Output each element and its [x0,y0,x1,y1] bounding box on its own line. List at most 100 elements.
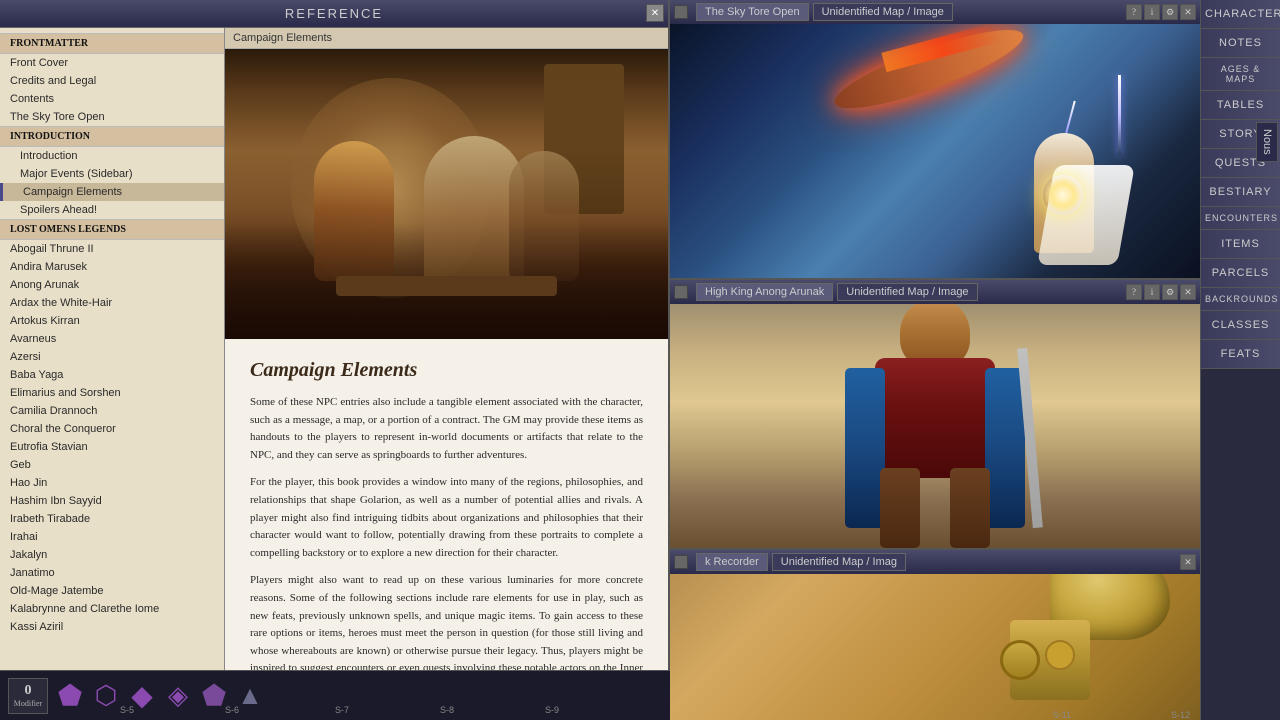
toc-item-artokus[interactable]: Artokus Kirran [0,312,224,330]
reference-panel: Reference ✕ FRONTMATTER Front Cover Cred… [0,0,670,720]
reference-close-button[interactable]: ✕ [646,4,664,22]
toc-item-major-events[interactable]: Major Events (Sidebar) [0,165,224,183]
sidebar-tab-classes[interactable]: Classes [1201,311,1280,340]
sky-info-icon[interactable]: i [1144,4,1160,20]
toc-item-azersi[interactable]: Azersi [0,348,224,366]
sidebar-tab-encounters[interactable]: Encounters [1201,207,1280,230]
high-king-titlebar: High King Anong Arunak Unidentified Map … [670,280,1200,304]
toc-item-anong[interactable]: Anong Arunak [0,276,224,294]
sidebar-tab-notes[interactable]: Notes [1201,29,1280,58]
content-illustration [225,49,668,339]
window-icons-recorder: ✕ [1180,554,1196,570]
die-d6[interactable]: ⬡ [90,680,122,712]
die-d10[interactable]: ◈ [162,680,194,712]
content-text-area: Campaign Elements Some of these NPC entr… [225,339,668,687]
segment-s7: S-7 [335,705,349,715]
sidebar-tab-bestiary[interactable]: Bestiary [1201,178,1280,207]
sky-tore-window: The Sky Tore Open Unidentified Map / Ima… [670,0,1200,280]
toc-item-sky-tore[interactable]: The Sky Tore Open [0,108,224,126]
toc-item-irahai[interactable]: Irahai [0,528,224,546]
king-settings-icon[interactable]: ⚙ [1162,284,1178,300]
sky-settings-icon[interactable]: ⚙ [1162,4,1178,20]
toc-section-frontmatter: FRONTMATTER [0,33,224,54]
content-paragraph-2: For the player, this book provides a win… [250,474,643,562]
right-panel: The Sky Tore Open Unidentified Map / Ima… [670,0,1280,720]
king-help-icon[interactable]: ? [1126,284,1142,300]
recorder-tab[interactable]: k Recorder [696,553,768,571]
toc-item-intro[interactable]: Introduction [0,147,224,165]
segment-s6: S-6 [225,705,239,715]
toc-item-choral[interactable]: Choral the Conqueror [0,420,224,438]
recorder-close-icon[interactable]: ✕ [1180,554,1196,570]
toc-item-baba-yaga[interactable]: Baba Yaga [0,366,224,384]
sidebar-tab-tables[interactable]: Tables [1201,91,1280,120]
content-area[interactable]: Campaign Elements Some of these NPC entr… [225,49,668,687]
sidebar-tab-items[interactable]: Items [1201,230,1280,259]
content-panel: Campaign Elements [225,28,668,720]
sky-tore-artwork [670,24,1200,278]
toc-item-ardax[interactable]: Ardax the White-Hair [0,294,224,312]
content-paragraph-1: Some of these NPC entries also include a… [250,394,643,464]
sky-tore-titlebar: The Sky Tore Open Unidentified Map / Ima… [670,0,1200,24]
window-icon-sky [674,5,688,19]
toc-item-jakalyn[interactable]: Jakalyn [0,546,224,564]
gramophone [990,574,1170,700]
sky-tore-map-tab[interactable]: Unidentified Map / Image [813,3,953,21]
content-heading: Campaign Elements [250,359,643,382]
toc-item-hashim[interactable]: Hashim Ibn Sayyid [0,492,224,510]
toc-item-abogail[interactable]: Abogail Thrune II [0,240,224,258]
king-close-icon[interactable]: ✕ [1180,284,1196,300]
sidebar-tab-parcels[interactable]: Parcels [1201,259,1280,288]
modifier-label: Modifier [14,699,42,708]
toc-item-avarneus[interactable]: Avarneus [0,330,224,348]
toc-item-kassi[interactable]: Kassi Aziril [0,618,224,636]
toc-item-irabeth[interactable]: Irabeth Tirabade [0,510,224,528]
toc-item-old-mage[interactable]: Old-Mage Jatembe [0,582,224,600]
tavern-scene-art [225,49,668,339]
toc-item-spoilers[interactable]: Spoilers Ahead! [0,201,224,219]
warrior-figure [855,304,1015,548]
toc-item-janatimo[interactable]: Janatimo [0,564,224,582]
segment-s9: S-9 [545,705,559,715]
toc-item-elimarius[interactable]: Elimarius and Sorshen [0,384,224,402]
toc-item-eutrofia[interactable]: Eutrofia Stavian [0,438,224,456]
sky-tore-tab[interactable]: The Sky Tore Open [696,3,809,21]
recorder-artwork [670,574,1200,720]
sidebar-tab-feats[interactable]: Feats [1201,340,1280,369]
reference-titlebar: Reference ✕ [0,0,668,28]
modifier-value: 0 [25,683,32,699]
toc-item-credits[interactable]: Credits and Legal [0,72,224,90]
toc-item-camilia[interactable]: Camilia Drannoch [0,402,224,420]
right-content: The Sky Tore Open Unidentified Map / Ima… [670,0,1280,720]
toc-item-kalabrynne[interactable]: Kalabrynne and Clarethe Iome [0,600,224,618]
reference-body: FRONTMATTER Front Cover Credits and Lega… [0,28,668,720]
toc-item-geb[interactable]: Geb [0,456,224,474]
recorder-window: k Recorder Unidentified Map / Imag ✕ [670,550,1200,720]
toc-section-lost-omens: LOST OMENS LEGENDS [0,219,224,240]
recorder-map-tab[interactable]: Unidentified Map / Imag [772,553,906,571]
high-king-window: High King Anong Arunak Unidentified Map … [670,280,1200,550]
high-king-artwork [670,304,1200,548]
die-d4[interactable]: ⬟ [54,680,86,712]
window-icon-king [674,285,688,299]
window-icon-recorder [674,555,688,569]
toc-item-andira[interactable]: Andira Marusek [0,258,224,276]
segment-s5: S-5 [120,705,134,715]
toc-item-front-cover[interactable]: Front Cover [0,54,224,72]
toc-panel: FRONTMATTER Front Cover Credits and Lega… [0,28,225,720]
toc-item-contents[interactable]: Contents [0,90,224,108]
sidebar-tab-backrounds[interactable]: Backrounds [1201,288,1280,311]
toc-item-hao-jin[interactable]: Hao Jin [0,474,224,492]
king-info-icon[interactable]: i [1144,284,1160,300]
toc-item-campaign-elements[interactable]: Campaign Elements [0,183,224,201]
sidebar-tab-ages-maps[interactable]: Ages & Maps [1201,58,1280,91]
segment-s11: S-11 [1053,710,1071,720]
window-icons-sky: ? i ⚙ ✕ [1126,4,1196,20]
high-king-tab[interactable]: High King Anong Arunak [696,283,833,301]
recorder-titlebar: k Recorder Unidentified Map / Imag ✕ [670,550,1200,574]
high-king-map-tab[interactable]: Unidentified Map / Image [837,283,977,301]
sky-help-icon[interactable]: ? [1126,4,1142,20]
sidebar-tab-characters[interactable]: Characters [1201,0,1280,29]
content-header-bar: Campaign Elements [225,28,668,49]
sky-close-icon[interactable]: ✕ [1180,4,1196,20]
